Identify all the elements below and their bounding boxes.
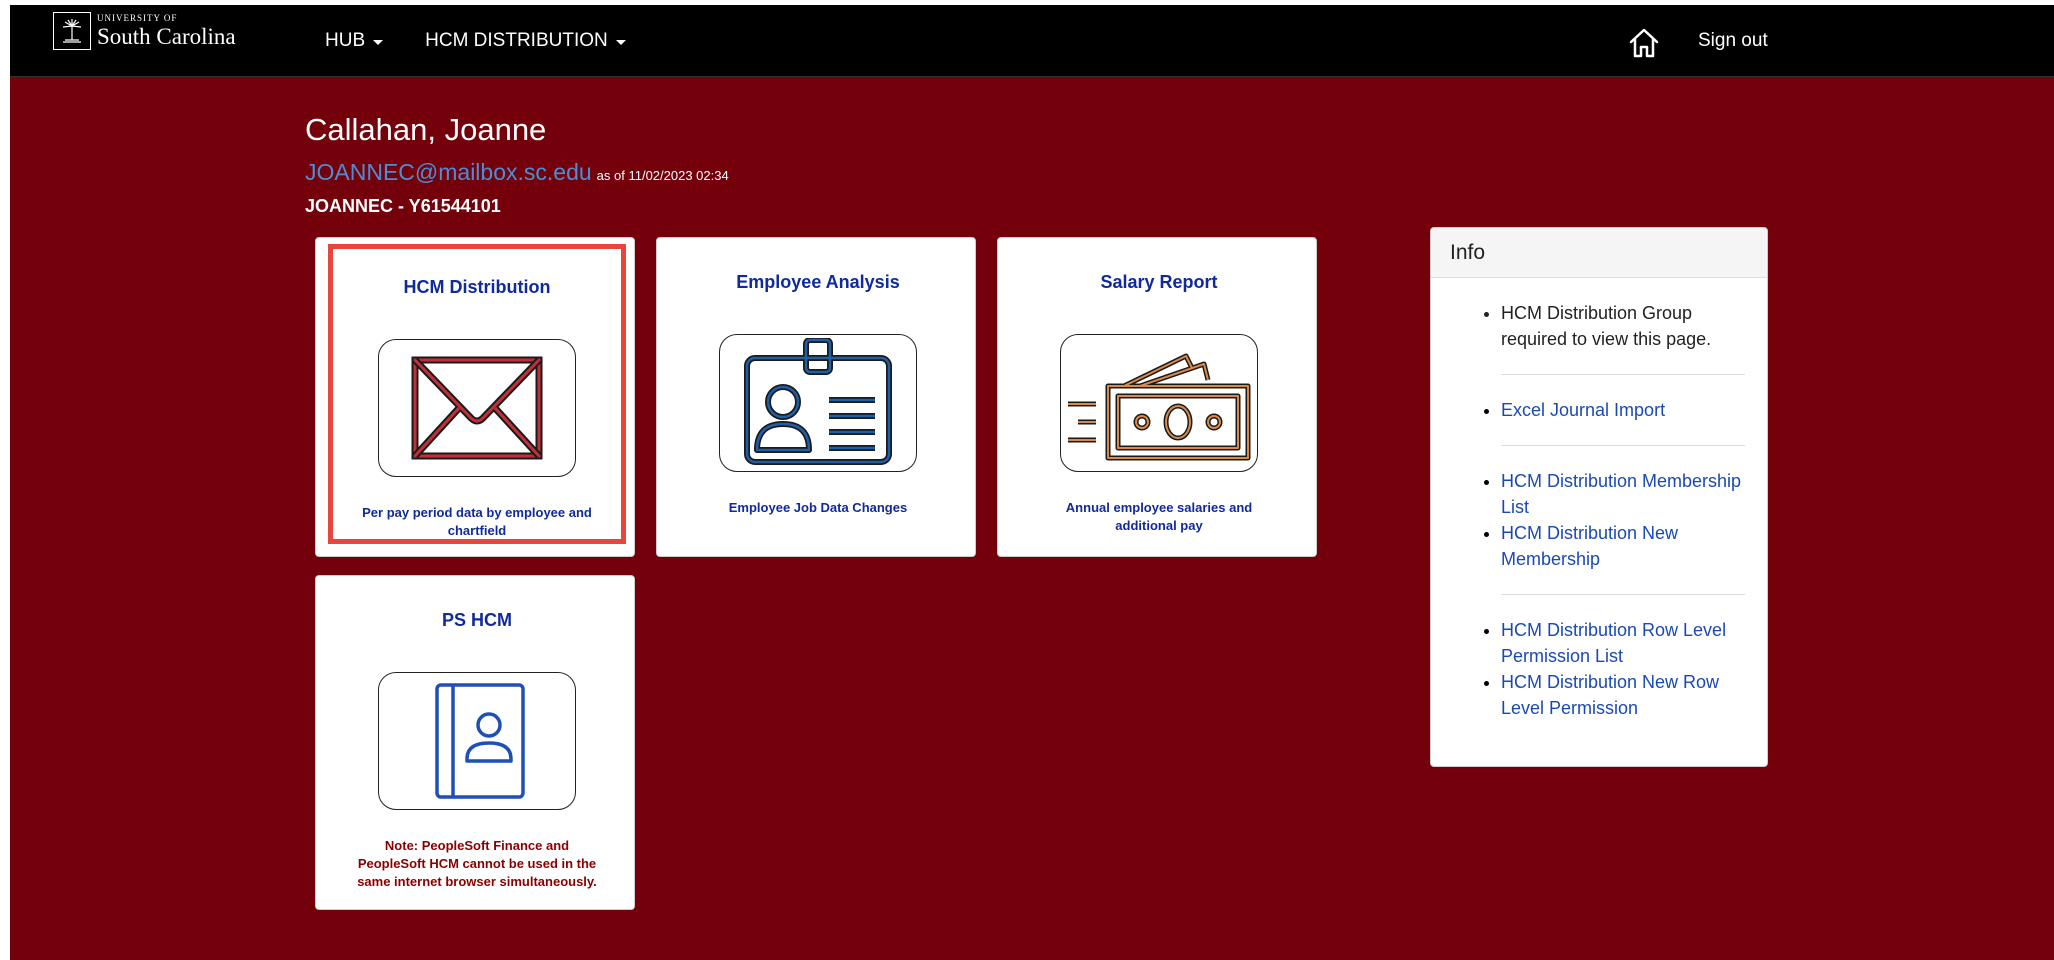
caret-down-icon: [373, 39, 384, 45]
hcm-distribution-menu[interactable]: HCM DISTRIBUTION: [425, 30, 626, 52]
card-inner: Employee Analysis Employee Job Data Chan…: [669, 244, 967, 544]
info-list: Excel Journal Import: [1475, 397, 1745, 423]
info-list: HCM Distribution Membership List HCM Dis…: [1475, 468, 1745, 572]
selected-highlight: HCM Distribution Per pay period data by …: [328, 244, 626, 544]
list-item: Excel Journal Import: [1501, 397, 1745, 423]
card-title: Employee Analysis: [736, 272, 900, 292]
caret-down-icon: [615, 39, 626, 45]
info-panel-body: HCM Distribution Group required to view …: [1431, 278, 1767, 721]
info-requirement: HCM Distribution Group required to view …: [1501, 300, 1745, 352]
info-list: HCM Distribution Group required to view …: [1475, 300, 1745, 352]
home-icon[interactable]: [1627, 27, 1661, 59]
user-email-link[interactable]: JOANNEC@mailbox.sc.edu: [305, 159, 592, 186]
ps-hcm-card[interactable]: PS HCM Note: PeopleSoft Finance and Peop…: [315, 575, 635, 910]
page-background: University of South Carolina HUB HCM DIS…: [10, 5, 2054, 960]
row-level-permission-list-link[interactable]: HCM Distribution Row Level Permission Li…: [1501, 620, 1726, 666]
employee-analysis-card[interactable]: Employee Analysis Employee Job Data Chan…: [656, 237, 976, 557]
hub-menu[interactable]: HUB: [325, 30, 384, 52]
id-badge-icon: [719, 334, 917, 472]
logo-university-of: University of: [97, 13, 178, 23]
contact-book-icon: [378, 672, 576, 810]
card-description: Employee Job Data Changes: [728, 500, 908, 515]
as-of-timestamp: as of 11/02/2023 02:34: [596, 168, 729, 183]
email-line: JOANNEC@mailbox.sc.edu as of 11/02/2023 …: [305, 159, 729, 186]
list-item: HCM Distribution New Membership: [1501, 520, 1745, 572]
excel-journal-import-link[interactable]: Excel Journal Import: [1501, 400, 1665, 420]
membership-list-link[interactable]: HCM Distribution Membership List: [1501, 471, 1741, 517]
card-title: Salary Report: [1100, 272, 1218, 292]
card-description: Annual employee salaries and additional …: [1065, 500, 1253, 533]
divider: [1501, 594, 1745, 595]
nav-menu: HUB HCM DISTRIBUTION: [325, 5, 626, 77]
card-description: Per pay period data by employee and char…: [362, 505, 592, 538]
top-navbar: University of South Carolina HUB HCM DIS…: [10, 5, 2054, 77]
money-bills-icon: [1060, 334, 1258, 472]
logo-south-carolina: South Carolina: [97, 24, 236, 49]
new-row-level-permission-link[interactable]: HCM Distribution New Row Level Permissio…: [1501, 672, 1719, 718]
card-inner: Salary Report Annual employee salaries a…: [1010, 244, 1308, 544]
card-inner: PS HCM Note: PeopleSoft Finance and Peop…: [328, 582, 626, 897]
envelope-icon: [378, 339, 576, 477]
list-item: HCM Distribution Row Level Permission Li…: [1501, 617, 1745, 669]
card-title: PS HCM: [441, 610, 512, 630]
divider: [1501, 374, 1745, 375]
card-title: HCM Distribution: [403, 277, 551, 297]
divider: [1501, 445, 1745, 446]
user-name: Callahan, Joanne: [305, 112, 547, 147]
hcm-distribution-card[interactable]: HCM Distribution Per pay period data by …: [315, 237, 635, 557]
new-membership-link[interactable]: HCM Distribution New Membership: [1501, 523, 1678, 569]
hcm-distribution-menu-label: HCM DISTRIBUTION: [425, 30, 608, 51]
info-list: HCM Distribution Row Level Permission Li…: [1475, 617, 1745, 721]
salary-report-card[interactable]: Salary Report Annual employee salaries a…: [997, 237, 1317, 557]
info-panel-title: Info: [1431, 228, 1767, 278]
usc-logo[interactable]: University of South Carolina: [53, 12, 236, 50]
list-item: HCM Distribution New Row Level Permissio…: [1501, 669, 1745, 721]
user-id: JOANNEC - Y61544101: [305, 196, 501, 216]
list-item: HCM Distribution Membership List: [1501, 468, 1745, 520]
info-panel: Info HCM Distribution Group required to …: [1430, 227, 1768, 767]
palmetto-tree-icon: [53, 12, 91, 50]
card-note: Note: PeopleSoft Finance and PeopleSoft …: [357, 838, 597, 889]
hub-menu-label: HUB: [325, 30, 366, 51]
sign-out-link[interactable]: Sign out: [1698, 5, 1768, 77]
